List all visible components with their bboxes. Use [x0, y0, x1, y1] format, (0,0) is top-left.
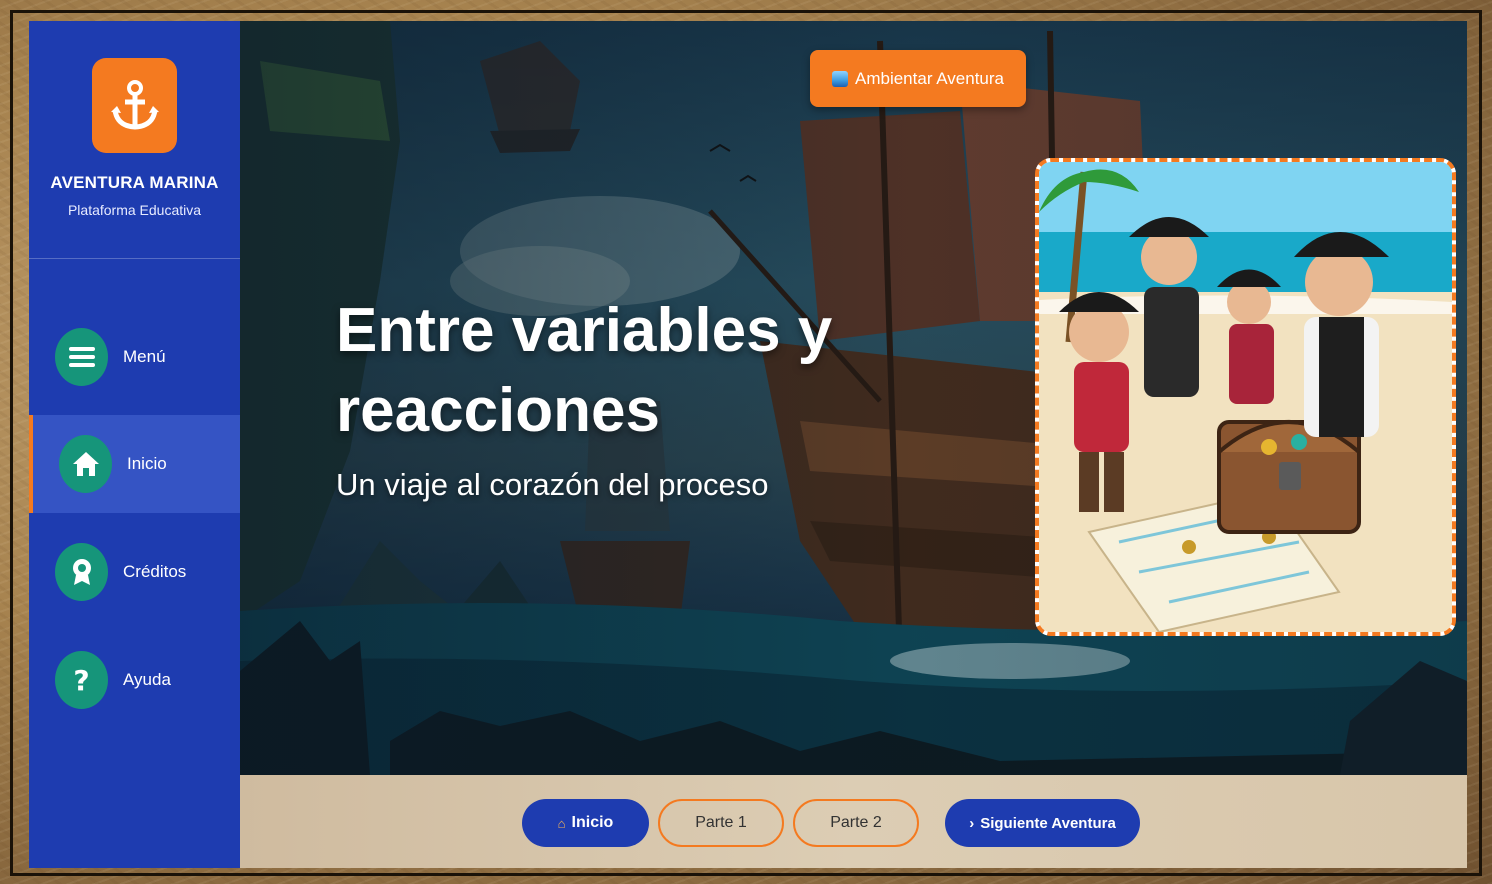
menu-icon: [55, 328, 108, 386]
help-icon: ?: [55, 651, 108, 709]
ambient-adventure-button[interactable]: Ambientar Aventura: [810, 50, 1026, 107]
sidebar-item-label: Menú: [123, 347, 166, 366]
nav-home-button[interactable]: ⌂ Inicio: [522, 799, 649, 847]
ambient-button-label: Ambientar Aventura: [855, 68, 1004, 88]
brand-title: AVENTURA MARINA: [50, 173, 219, 192]
next-adventure-label: Siguiente Aventura: [980, 814, 1116, 832]
app-window: AVENTURA MARINA Plataforma Educativa Men…: [29, 21, 1467, 868]
house-icon: ⌂: [557, 815, 566, 831]
brand-block: AVENTURA MARINA Plataforma Educativa: [29, 21, 240, 259]
bottom-navigation: ⌂ Inicio Parte 1 Parte 2 › Siguiente Ave…: [240, 775, 1467, 868]
nav-home-label: Inicio: [571, 814, 614, 831]
sidebar-item-label: Ayuda: [123, 670, 171, 689]
anchor-icon: [92, 58, 177, 153]
brand-subtitle: Plataforma Educativa: [67, 202, 202, 218]
next-adventure-button[interactable]: › Siguiente Aventura: [945, 799, 1140, 847]
sidebar: AVENTURA MARINA Plataforma Educativa Men…: [29, 21, 240, 868]
sidebar-item-inicio[interactable]: Inicio: [29, 415, 240, 513]
sidebar-item-label: Inicio: [127, 454, 167, 473]
page-subtitle: Un viaje al corazón del proceso: [336, 467, 769, 502]
main-content: Ambientar Aventura Entre variables y rea…: [240, 21, 1467, 868]
award-icon: [55, 543, 108, 601]
hero-banner: Ambientar Aventura Entre variables y rea…: [240, 21, 1467, 775]
nav-part2-label: Parte 2: [830, 814, 882, 831]
sidebar-item-menu[interactable]: Menú: [29, 308, 240, 406]
wave-icon: [832, 70, 848, 87]
nav-part1-label: Parte 1: [695, 814, 747, 831]
sidebar-item-creditos[interactable]: Créditos: [29, 523, 240, 621]
sidebar-item-label: Créditos: [123, 562, 187, 581]
nav-part1-button[interactable]: Parte 1: [658, 799, 784, 847]
chevron-right-icon: ›: [969, 814, 975, 832]
page-title: Entre variables y reacciones: [336, 296, 833, 445]
pirate-treasure-illustration: [1035, 158, 1456, 636]
home-icon: [59, 435, 112, 493]
sidebar-item-ayuda[interactable]: ? Ayuda: [29, 631, 240, 729]
nav-part2-button[interactable]: Parte 2: [793, 799, 919, 847]
